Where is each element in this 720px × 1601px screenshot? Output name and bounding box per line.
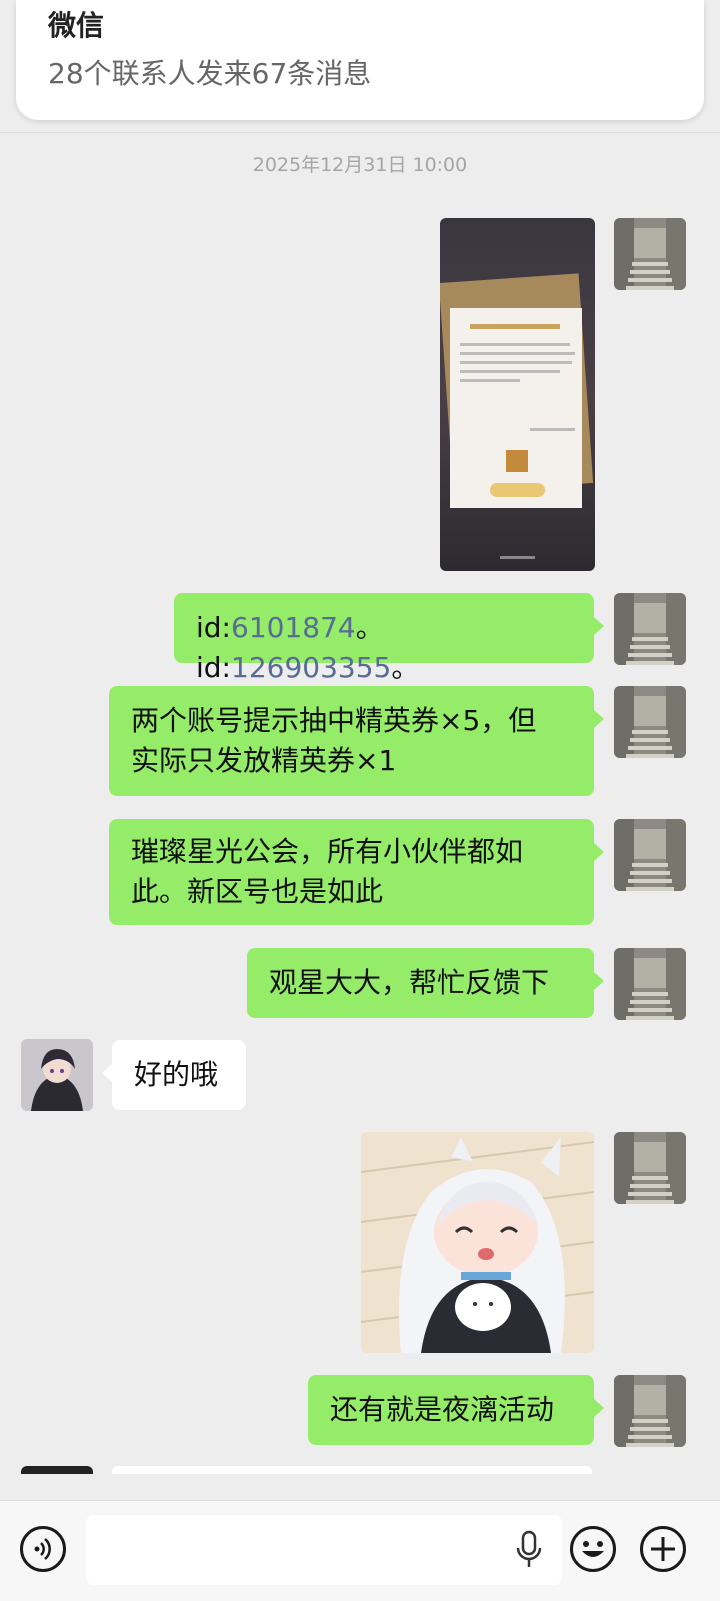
message-bubble-received[interactable]: 好的哦 <box>102 1040 246 1110</box>
notification-summary: 28个联系人发来67条消息 <box>48 57 372 90</box>
divider <box>0 132 720 133</box>
message-bubble[interactable]: 观星大大，帮忙反馈下 <box>247 948 604 1018</box>
message-bubble[interactable]: 两个账号提示抽中精英券×5，但 实际只发放精英券×1 <box>109 686 604 796</box>
message-line: 璀璨星光公会，所有小伙伴都如 <box>131 835 524 868</box>
id-end: 。 <box>391 651 420 684</box>
message-line: 两个账号提示抽中精英券×5，但 <box>131 704 537 737</box>
message-input[interactable] <box>86 1515 562 1585</box>
contact-avatar[interactable] <box>21 1039 93 1111</box>
chat-timestamp: 2025年12月31日 10:00 <box>252 154 468 176</box>
sticker-message[interactable] <box>361 1132 594 1353</box>
message-line: 此。新区号也是如此 <box>131 875 384 908</box>
plus-icon[interactable] <box>640 1526 686 1572</box>
voice-icon[interactable] <box>20 1526 66 1572</box>
message-bubble-ids[interactable]: id:6101874。id:126903355。 <box>174 593 604 684</box>
my-avatar[interactable] <box>614 1375 686 1447</box>
input-bar <box>0 1500 720 1601</box>
notification-app-name: 微信 <box>48 9 105 42</box>
my-avatar[interactable] <box>614 819 686 891</box>
emoji-icon[interactable] <box>570 1526 616 1572</box>
microphone-icon[interactable] <box>514 1530 544 1570</box>
image-message[interactable] <box>440 218 595 571</box>
my-avatar[interactable] <box>614 686 686 758</box>
partial-bubble <box>112 1466 592 1474</box>
id-label-1: id: <box>196 611 231 644</box>
partial-avatar <box>21 1466 93 1474</box>
message-text: 观星大大，帮忙反馈下 <box>269 966 550 999</box>
my-avatar[interactable] <box>614 1132 686 1204</box>
my-avatar[interactable] <box>614 218 686 290</box>
my-avatar[interactable] <box>614 593 686 665</box>
message-bubble[interactable]: 还有就是夜漓活动 <box>308 1375 604 1445</box>
my-avatar[interactable] <box>614 948 686 1020</box>
screenshot-image <box>440 218 595 571</box>
message-text: 还有就是夜漓活动 <box>330 1393 555 1426</box>
message-line: 实际只发放精英券×1 <box>131 744 397 777</box>
id-link-1[interactable]: 6101874 <box>231 611 356 644</box>
notification-banner[interactable]: 微信 28个联系人发来67条消息 <box>16 0 704 120</box>
message-bubble[interactable]: 璀璨星光公会，所有小伙伴都如 此。新区号也是如此 <box>109 819 604 925</box>
message-text: 好的哦 <box>134 1058 219 1091</box>
anime-sticker-image <box>361 1132 594 1353</box>
id-link-2[interactable]: 126903355 <box>231 651 391 684</box>
